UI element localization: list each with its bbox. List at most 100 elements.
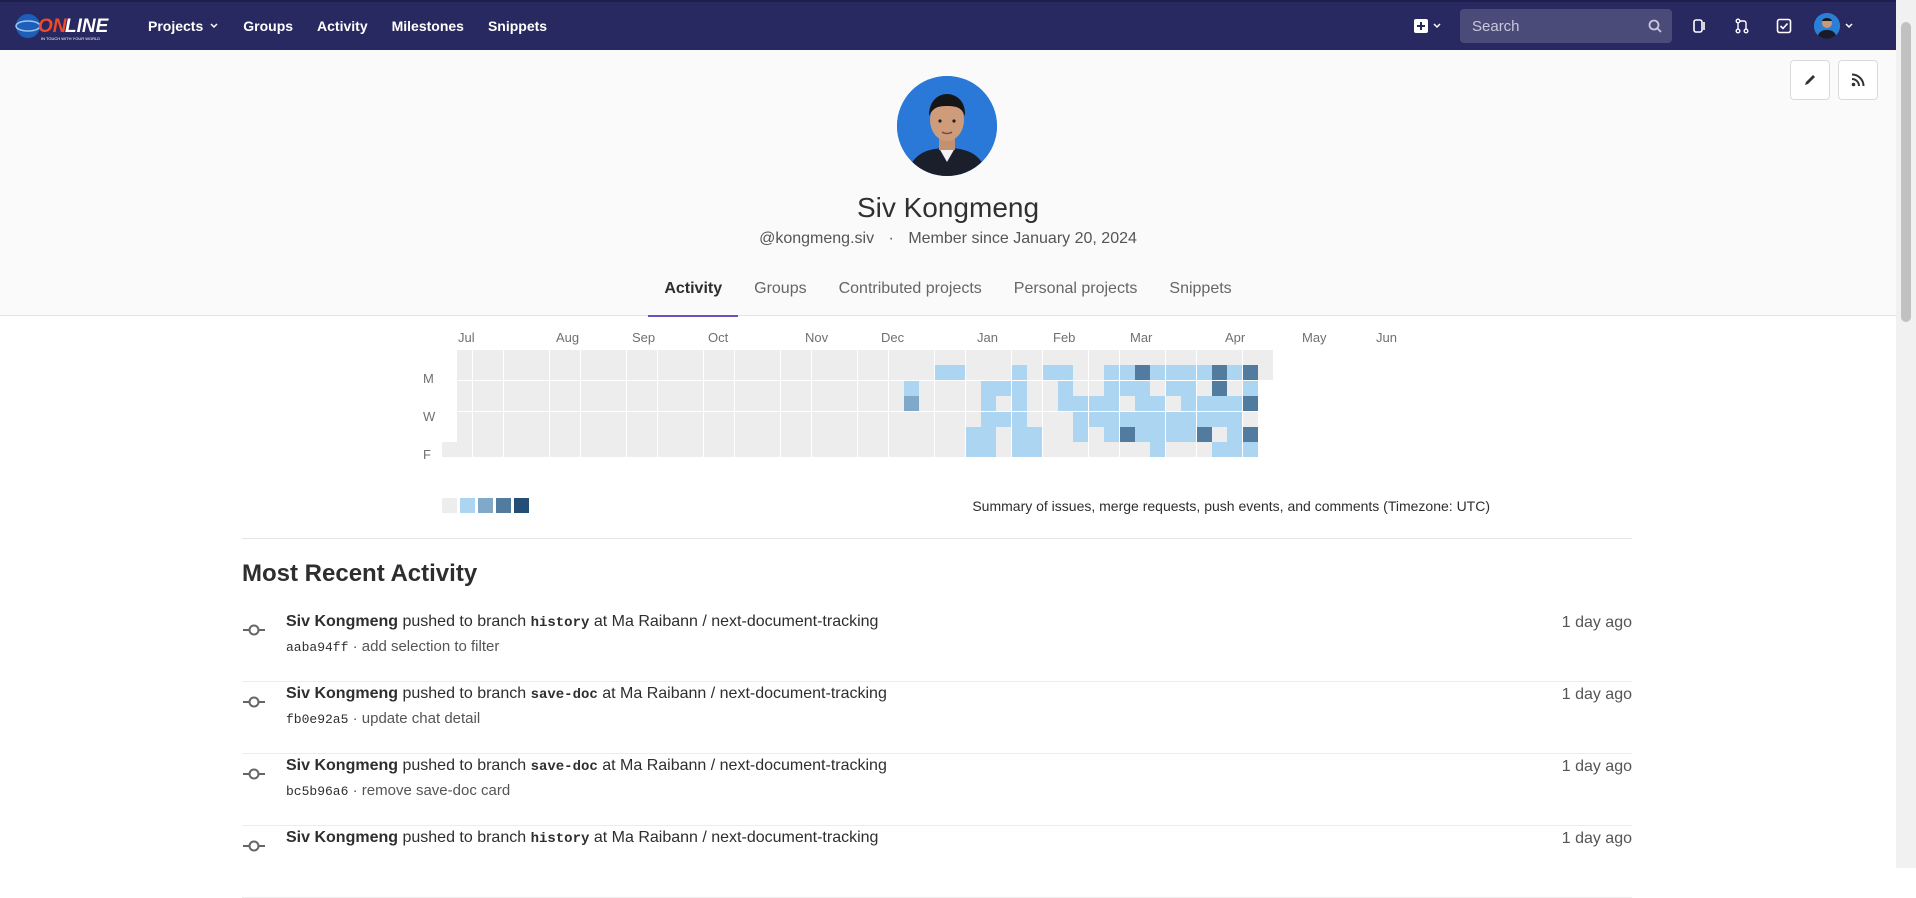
calendar-day-cell[interactable] (1165, 442, 1181, 458)
calendar-day-cell[interactable] (1196, 380, 1212, 396)
calendar-day-cell[interactable] (488, 350, 504, 365)
calendar-day-cell[interactable] (472, 365, 488, 381)
calendar-day-cell[interactable] (519, 442, 534, 458)
calendar-day-cell[interactable] (950, 442, 966, 458)
calendar-day-cell[interactable] (857, 365, 873, 381)
calendar-day-cell[interactable] (1135, 442, 1150, 458)
nav-projects[interactable]: Projects (136, 18, 231, 34)
calendar-day-cell[interactable] (888, 411, 904, 427)
search-box[interactable] (1460, 9, 1672, 43)
calendar-day-cell[interactable] (1181, 442, 1197, 458)
calendar-day-cell[interactable] (457, 411, 473, 427)
calendar-day-cell[interactable] (549, 365, 565, 381)
calendar-day-cell[interactable] (965, 365, 981, 381)
calendar-day-cell[interactable] (888, 442, 904, 458)
calendar-day-cell[interactable] (1196, 427, 1212, 442)
calendar-day-cell[interactable] (703, 396, 719, 412)
calendar-day-cell[interactable] (1212, 442, 1227, 458)
calendar-day-cell[interactable] (1027, 350, 1043, 365)
calendar-day-cell[interactable] (1058, 350, 1073, 365)
calendar-day-cell[interactable] (965, 396, 981, 412)
calendar-day-cell[interactable] (1119, 442, 1135, 458)
calendar-day-cell[interactable] (488, 396, 504, 412)
calendar-day-cell[interactable] (688, 365, 704, 381)
calendar-day-cell[interactable] (981, 427, 996, 442)
calendar-day-cell[interactable] (1212, 365, 1227, 381)
calendar-day-cell[interactable] (842, 380, 858, 396)
calendar-day-cell[interactable] (657, 411, 673, 427)
calendar-day-cell[interactable] (565, 396, 581, 412)
calendar-day-cell[interactable] (1042, 411, 1058, 427)
calendar-day-cell[interactable] (565, 350, 581, 365)
calendar-day-cell[interactable] (1011, 365, 1027, 381)
calendar-day-cell[interactable] (719, 427, 735, 442)
calendar-day-cell[interactable] (780, 350, 796, 365)
calendar-day-cell[interactable] (657, 350, 673, 365)
calendar-day-cell[interactable] (1196, 411, 1212, 427)
calendar-day-cell[interactable] (1227, 350, 1243, 365)
calendar-day-cell[interactable] (965, 411, 981, 427)
calendar-day-cell[interactable] (503, 350, 519, 365)
calendar-day-cell[interactable] (1135, 396, 1150, 412)
tab-contributed-projects[interactable]: Contributed projects (823, 270, 998, 317)
calendar-day-cell[interactable] (1165, 411, 1181, 427)
event-author[interactable]: Siv Kongmeng (286, 829, 398, 846)
calendar-day-cell[interactable] (888, 365, 904, 381)
calendar-day-cell[interactable] (611, 350, 627, 365)
calendar-day-cell[interactable] (719, 350, 735, 365)
calendar-day-cell[interactable] (981, 350, 996, 365)
calendar-day-cell[interactable] (719, 396, 735, 412)
calendar-day-cell[interactable] (780, 365, 796, 381)
calendar-day-cell[interactable] (688, 396, 704, 412)
calendar-day-cell[interactable] (596, 396, 611, 412)
calendar-day-cell[interactable] (811, 350, 827, 365)
calendar-day-cell[interactable] (765, 350, 781, 365)
calendar-day-cell[interactable] (934, 380, 950, 396)
calendar-day-cell[interactable] (734, 442, 750, 458)
calendar-day-cell[interactable] (642, 396, 658, 412)
calendar-day-cell[interactable] (1165, 365, 1181, 381)
calendar-day-cell[interactable] (519, 427, 534, 442)
calendar-day-cell[interactable] (503, 380, 519, 396)
calendar-day-cell[interactable] (1196, 365, 1212, 381)
calendar-day-cell[interactable] (549, 411, 565, 427)
calendar-day-cell[interactable] (519, 396, 534, 412)
event-project-link[interactable]: Ma Raibann / next-document-tracking (612, 613, 879, 630)
calendar-day-cell[interactable] (503, 442, 519, 458)
calendar-day-cell[interactable] (503, 411, 519, 427)
calendar-day-cell[interactable] (981, 365, 996, 381)
calendar-day-cell[interactable] (626, 350, 642, 365)
calendar-day-cell[interactable] (703, 442, 719, 458)
calendar-day-cell[interactable] (965, 350, 981, 365)
calendar-day-cell[interactable] (827, 442, 842, 458)
calendar-day-cell[interactable] (673, 365, 688, 381)
calendar-day-cell[interactable] (534, 427, 550, 442)
calendar-day-cell[interactable] (811, 380, 827, 396)
edit-profile-button[interactable] (1790, 60, 1830, 100)
calendar-day-cell[interactable] (611, 442, 627, 458)
calendar-day-cell[interactable] (1073, 350, 1089, 365)
calendar-day-cell[interactable] (673, 396, 688, 412)
calendar-day-cell[interactable] (1212, 396, 1227, 412)
calendar-day-cell[interactable] (996, 442, 1012, 458)
calendar-day-cell[interactable] (457, 365, 473, 381)
calendar-day-cell[interactable] (842, 411, 858, 427)
calendar-day-cell[interactable] (534, 442, 550, 458)
calendar-day-cell[interactable] (1104, 350, 1120, 365)
calendar-day-cell[interactable] (1073, 427, 1089, 442)
calendar-day-cell[interactable] (827, 396, 842, 412)
calendar-day-cell[interactable] (1227, 411, 1243, 427)
calendar-day-cell[interactable] (580, 380, 596, 396)
calendar-day-cell[interactable] (1042, 365, 1058, 381)
calendar-day-cell[interactable] (1011, 396, 1027, 412)
calendar-day-cell[interactable] (934, 411, 950, 427)
calendar-day-cell[interactable] (919, 396, 935, 412)
calendar-day-cell[interactable] (1196, 396, 1212, 412)
commit-sha-link[interactable]: aaba94ff (286, 640, 348, 655)
calendar-day-cell[interactable] (1011, 350, 1027, 365)
calendar-day-cell[interactable] (873, 350, 889, 365)
calendar-day-cell[interactable] (1135, 427, 1150, 442)
calendar-day-cell[interactable] (750, 350, 765, 365)
calendar-day-cell[interactable] (981, 396, 996, 412)
calendar-day-cell[interactable] (1181, 380, 1197, 396)
